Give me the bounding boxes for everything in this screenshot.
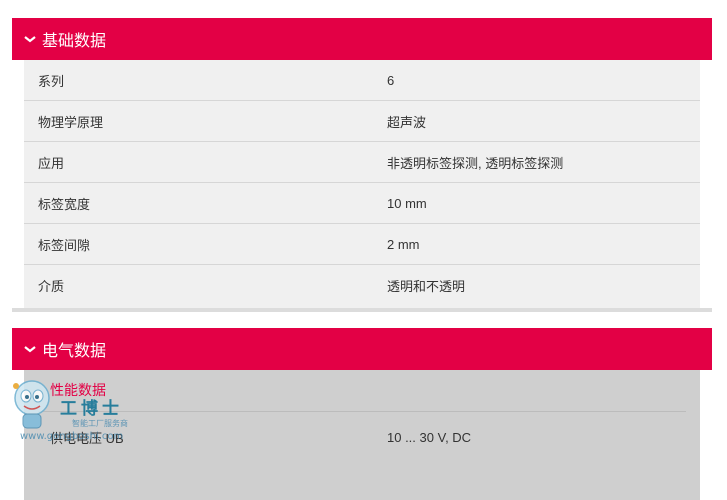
watermark-tagline: 智能工厂服务商	[72, 419, 128, 428]
row-value: 超声波	[387, 114, 427, 130]
row-label: 系列	[38, 73, 65, 89]
row-label: 应用	[38, 155, 65, 171]
section-bottom-divider	[12, 308, 712, 312]
basic-data-table: 系列 6 物理学原理 超声波 应用 非透明标签探测, 透明标签探测 标签宽度 1…	[24, 60, 700, 308]
table-row: 标签宽度 10 mm	[24, 183, 700, 224]
table-row: 介质 透明和不透明	[24, 265, 700, 306]
section-title: 基础数据	[42, 33, 107, 50]
row-value: 非透明标签探测, 透明标签探测	[387, 155, 564, 171]
row-value: 透明和不透明	[387, 279, 466, 294]
row-label: 标签间隙	[38, 237, 91, 253]
row-value: 6	[387, 72, 395, 88]
mascot-icon	[13, 380, 50, 429]
watermark-url: www.gongboshi.com	[20, 431, 124, 442]
table-row: 系列 6	[24, 60, 700, 101]
table-row: 标签间隙 2 mm	[24, 224, 700, 265]
row-value: 2 mm	[387, 236, 420, 252]
row-label: 物理学原理	[38, 114, 104, 130]
row-value: 10 mm	[387, 195, 427, 211]
table-row: 物理学原理 超声波	[24, 101, 700, 142]
chevron-down-icon	[24, 346, 36, 353]
watermark-logo: 工博士 智能工厂服务商 www.gongboshi.com	[6, 376, 146, 448]
section-title: 电气数据	[42, 343, 107, 360]
watermark-brand: 工博士	[60, 399, 123, 419]
row-label: 标签宽度	[38, 196, 91, 212]
basic-data-header[interactable]: 基础数据	[12, 18, 712, 60]
electrical-data-header[interactable]: 电气数据	[12, 328, 712, 370]
basic-data-section: 基础数据 系列 6 物理学原理 超声波 应用 非透明标签探测, 透明标签探测 标…	[12, 18, 712, 312]
row-label: 介质	[38, 279, 65, 294]
chevron-down-icon	[24, 36, 36, 43]
table-row: 应用 非透明标签探测, 透明标签探测	[24, 142, 700, 183]
row-value: 10 ... 30 V, DC	[387, 429, 472, 445]
